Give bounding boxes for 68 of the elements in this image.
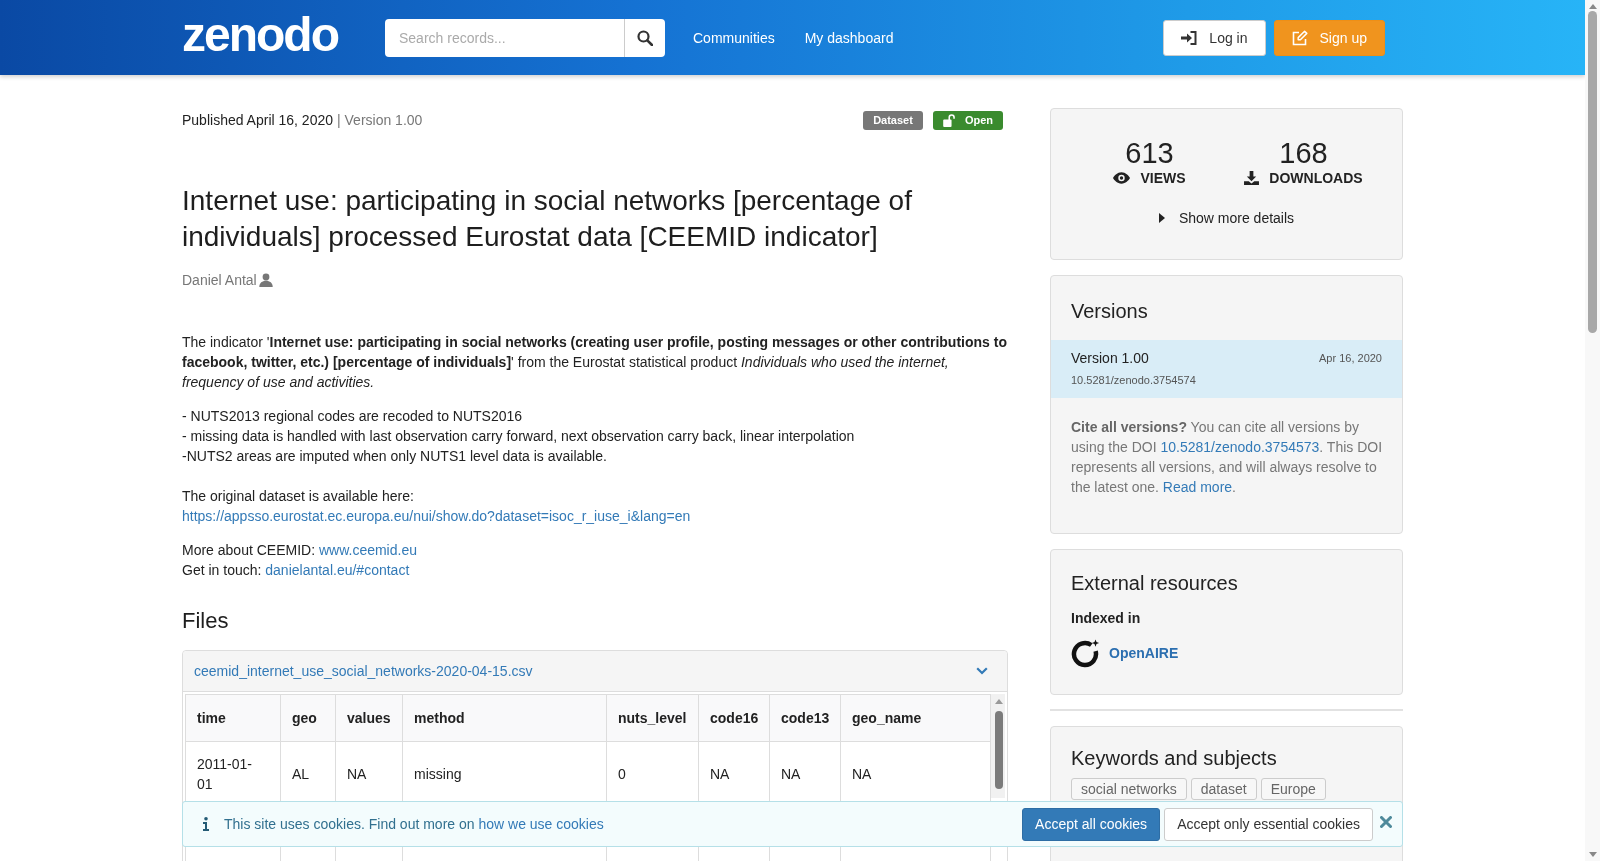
stat-count: 168 <box>1279 138 1328 168</box>
column-header: code16 <box>698 694 770 742</box>
show-details-toggle[interactable]: Show more details <box>1158 208 1295 228</box>
keyword-tag[interactable]: dataset <box>1190 778 1257 800</box>
section-heading: Files <box>182 608 230 634</box>
person-icon <box>258 273 273 287</box>
chevron-down-icon[interactable] <box>976 667 988 675</box>
version-doi: 10.5281/zenodo.3754574 <box>1071 373 1197 388</box>
nav-link[interactable]: Communities <box>693 29 775 46</box>
description-line: - NUTS2013 regional codes are recoded to NUTS2016 <box>182 407 524 426</box>
panel-title: Keywords and subjects <box>1070 746 1278 770</box>
accept-all-button[interactable]: Accept all cookies <box>1022 807 1161 841</box>
page-scrollbar[interactable] <box>1585 0 1600 861</box>
cite-text: Cite all versions? You can cite all versions by using the DOI 10.5281/zenodo.3754573. This DOI represents all versions, and will always resolve to the latest one. Read more. <box>1070 418 1384 497</box>
indexed-in-label: Indexed in <box>1071 609 1142 628</box>
version-row[interactable]: Version 1.00 Apr 16, 2020 10.5281/zenodo.3754574 <box>1051 340 1402 398</box>
site-logo[interactable]: zenodo <box>182 8 342 61</box>
search-icon <box>637 29 653 46</box>
description-line: -NUTS2 areas are imputed when only NUTS1 level data is available. <box>182 447 608 466</box>
log-in-button[interactable]: Log in <box>1163 19 1266 56</box>
access-badge: Open <box>932 110 1003 130</box>
column-header: code13 <box>769 694 841 742</box>
index-link[interactable]: OpenAIRE <box>1109 645 1179 661</box>
panel-title: Versions <box>1070 299 1149 323</box>
source-text: The original dataset is available here: https://appsso.eurostat.ec.europa.eu/nui/show.do?dataset=isoc_r_iuse_i&lang=en <box>182 487 692 526</box>
accept-essential-button[interactable]: Accept only essential cookies <box>1164 807 1373 841</box>
search-button[interactable] <box>624 18 665 57</box>
keyword-tag[interactable]: Europe <box>1260 778 1326 800</box>
eye-icon <box>1113 172 1131 184</box>
description-text: The indicator 'Internet use: participating in social networks (creating user profile, posting messages or other contributions to facebook, twitter, etc.) [percentage of individuals]' from the Eurostat statistical product Individuals who used the internet, frequency of use and activities. <box>182 333 1008 392</box>
record-title: Internet use: participating in social networks [percentage of individuals] processed Eurostat data [CEEMID indicator] <box>182 184 913 254</box>
nav-link[interactable]: My dashboard <box>804 29 894 46</box>
column-header: geo_name <box>840 694 991 742</box>
version-name: Version 1.00 <box>1071 350 1149 366</box>
resource-type-badge: Dataset <box>863 110 923 130</box>
download-icon <box>1244 171 1260 185</box>
sign-in-icon <box>1181 30 1198 45</box>
edit-icon <box>1291 29 1308 46</box>
ring-sparkle-icon <box>1071 638 1100 668</box>
column-header: method <box>402 694 607 742</box>
publish-date: Published April 16, 2020 <box>182 112 333 128</box>
author-name: Daniel Antal <box>182 272 257 288</box>
panel-title: External resources <box>1070 571 1239 595</box>
contact-line: More about CEEMID: www.ceemid.eu <box>182 541 418 560</box>
column-header: nuts_level <box>606 694 699 742</box>
stat-label: VIEWS <box>1140 170 1186 186</box>
stat-count: 613 <box>1125 138 1174 168</box>
contact-line: Get in touch: danielantal.eu/#contact <box>182 561 411 580</box>
info-icon <box>203 817 209 831</box>
close-icon[interactable] <box>1380 816 1392 828</box>
description-line: - missing data is handled with last observation carry forward, next observation carry back, linear interpolation <box>182 427 856 446</box>
source-link[interactable]: https://appsso.eurostat.ec.europa.eu/nui/show.do?dataset=isoc_r_iuse_i&lang=en <box>182 508 691 524</box>
file-link[interactable]: ceemid_internet_use_social_networks-2020-04-15.csv <box>194 663 533 679</box>
unlocked-padlock-icon <box>942 113 955 127</box>
search-field[interactable]: Search records... <box>385 18 624 57</box>
column-header: time <box>185 694 281 742</box>
contact-link[interactable]: www.ceemid.eu <box>318 542 417 558</box>
stat-label: DOWNLOADS <box>1269 170 1363 186</box>
cookie-policy-link[interactable]: how we use cookies <box>478 816 604 832</box>
column-header: geo <box>280 694 336 742</box>
table-scrollbar[interactable] <box>991 694 1005 798</box>
version-label: | Version 1.00 <box>337 112 423 128</box>
cookie-message: This site uses cookies. Find out more on how we use cookies <box>224 816 605 832</box>
cite-link[interactable]: Read more <box>1162 479 1233 495</box>
keyword-tag[interactable]: social networks <box>1071 778 1187 800</box>
column-header: values <box>335 694 403 742</box>
version-date: Apr 16, 2020 <box>1319 352 1382 364</box>
contact-link[interactable]: danielantal.eu/#contact <box>265 562 410 578</box>
